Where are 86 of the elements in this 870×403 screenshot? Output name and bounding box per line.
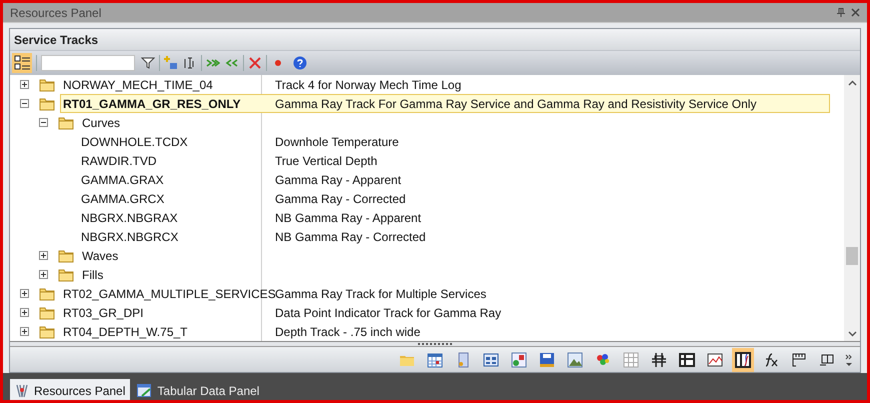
scroll-down-icon[interactable] xyxy=(848,331,856,337)
log-track-icon[interactable] xyxy=(735,352,751,368)
expand-icon[interactable] xyxy=(39,270,48,279)
tree-view-icon[interactable] xyxy=(12,53,32,73)
calendar-icon[interactable] xyxy=(427,352,443,368)
scroll-up-icon[interactable] xyxy=(848,80,856,86)
row-background[interactable]: RT02_GAMMA_MULTIPLE_SERVICESGamma Ray Track for Multiple Services xyxy=(60,284,830,303)
track-name: RT04_DEPTH_W.75_T xyxy=(63,324,188,340)
delete-icon[interactable] xyxy=(248,56,262,70)
row-background[interactable]: Curves xyxy=(79,113,830,132)
panel-title: Service Tracks xyxy=(14,32,98,48)
scroll-thumb[interactable] xyxy=(846,247,858,265)
folder-icon xyxy=(39,324,55,338)
track-description: Depth Track - .75 inch wide xyxy=(274,324,420,340)
scrollbar[interactable] xyxy=(844,75,860,341)
track-description: NB Gamma Ray - Corrected xyxy=(274,228,426,246)
overflow-icon[interactable] xyxy=(844,352,854,366)
panel-tab[interactable]: Resources Panel xyxy=(10,379,130,400)
track-name: GAMMA.GRCX xyxy=(81,190,164,208)
folder-icon xyxy=(39,306,55,320)
track-name: RT02_GAMMA_MULTIPLE_SERVICES xyxy=(63,286,276,302)
track-description: NB Gamma Ray - Apparent xyxy=(274,210,422,226)
folder-icon xyxy=(39,96,55,110)
track-name: GAMMA.GRAX xyxy=(81,172,164,188)
track-name: NORWAY_MECH_TIME_04 xyxy=(63,76,213,94)
expand-icon[interactable] xyxy=(20,289,29,298)
track-description: Gamma Ray - Corrected xyxy=(274,190,406,208)
help-icon[interactable] xyxy=(293,56,307,70)
close-icon[interactable] xyxy=(851,8,860,17)
track-name: RAWDIR.TVD xyxy=(81,152,157,170)
row-background[interactable]: GAMMA.GRCX Gamma Ray - Corrected xyxy=(78,189,830,208)
track-description: Data Point Indicator Track for Gamma Ray xyxy=(274,304,502,322)
function-icon[interactable] xyxy=(763,352,779,368)
collapse-icon[interactable] xyxy=(39,118,48,127)
expand-icon[interactable] xyxy=(39,251,48,260)
folder-icon xyxy=(39,78,55,92)
expand-icon[interactable] xyxy=(20,308,29,317)
track-description: Track 4 for Norway Mech Time Log xyxy=(274,76,462,94)
row-background[interactable]: NORWAY_MECH_TIME_04 Track 4 for Norway Mech Time Log xyxy=(60,75,830,94)
panel-tab[interactable]: Tabular Data Panel xyxy=(132,379,264,400)
collapse-icon[interactable] xyxy=(20,99,29,108)
track-name: RT03_GR_DPI xyxy=(63,304,144,322)
track-description: True Vertical Depth xyxy=(274,152,378,170)
row-background[interactable]: Waves xyxy=(79,246,830,265)
selected-row[interactable]: RT01_GAMMA_GR_RES_ONLY Gamma Ray Track For Gamma Ray Service and Gamma Ray and Resistivity Service Only xyxy=(60,94,830,113)
selected-tool[interactable] xyxy=(732,348,754,372)
row-background[interactable]: NBGRX.NBGRCX NB Gamma Ray - Corrected xyxy=(78,227,830,246)
color-palette-icon[interactable] xyxy=(595,352,611,368)
save-layout-icon[interactable] xyxy=(539,352,555,368)
ruler-icon[interactable] xyxy=(791,352,807,368)
track-name: DOWNHOLE.TCDX xyxy=(81,134,188,150)
track-description: Downhole Temperature xyxy=(274,134,399,150)
landscape-icon[interactable] xyxy=(567,352,583,368)
row-background[interactable]: DOWNHOLE.TCDX Downhole Temperature xyxy=(78,132,830,151)
window-title: Resources Panel xyxy=(10,4,102,22)
depth-marker-icon[interactable] xyxy=(651,352,667,368)
track-name: Waves xyxy=(82,248,118,264)
track-description: Gamma Ray - Apparent xyxy=(274,172,402,188)
folder-icon xyxy=(58,248,74,262)
folder-icon xyxy=(58,116,74,130)
track-name: NBGRX.NBGRCX xyxy=(81,228,178,246)
table-edit-icon xyxy=(137,384,152,398)
track-name: Fills xyxy=(82,266,104,284)
folder-icon xyxy=(39,286,55,300)
resources-icon xyxy=(15,384,29,398)
expand-icon[interactable] xyxy=(20,327,29,336)
row-background[interactable]: NBGRX.NBGRAX NB Gamma Ray - Apparent xyxy=(78,208,830,227)
folder-icon xyxy=(58,268,74,282)
line-chart-icon[interactable] xyxy=(707,352,723,368)
filter-icon[interactable] xyxy=(141,56,155,70)
track-name: RT01_GAMMA_GR_RES_ONLY xyxy=(63,96,241,112)
add-icon[interactable] xyxy=(164,56,178,70)
expand-icon[interactable] xyxy=(20,80,29,89)
row-background[interactable]: RAWDIR.TVD True Vertical Depth xyxy=(78,151,830,170)
row-background[interactable]: GAMMA.GRAX Gamma Ray - Apparent xyxy=(78,170,830,189)
row-background[interactable]: RT03_GR_DPI Data Point Indicator Track for Gamma Ray xyxy=(60,303,830,322)
image-icon[interactable] xyxy=(511,352,527,368)
row-background[interactable]: Fills xyxy=(79,265,830,284)
row-background[interactable]: RT04_DEPTH_W.75_T Depth Track - .75 inch wide xyxy=(60,322,830,341)
track-description: Gamma Ray Track For Gamma Ray Service and Gamma Ray and Resistivity Service Only xyxy=(274,96,756,112)
table-icon[interactable] xyxy=(483,352,499,368)
filter-field[interactable] xyxy=(41,55,135,71)
frame-icon[interactable] xyxy=(679,352,695,368)
track-name: Curves xyxy=(82,114,120,132)
track-name: NBGRX.NBGRAX xyxy=(81,210,178,226)
pin-icon[interactable] xyxy=(837,8,845,17)
